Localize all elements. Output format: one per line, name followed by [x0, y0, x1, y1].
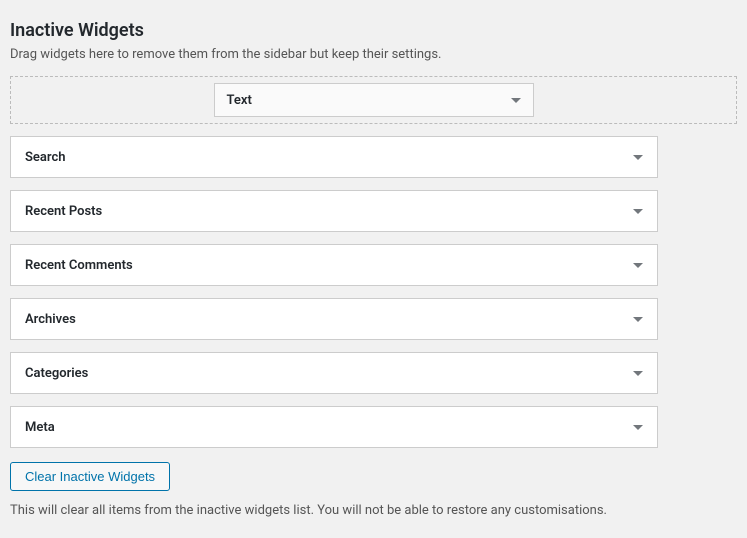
widget-item-recent-posts[interactable]: Recent Posts — [10, 190, 658, 232]
drag-widget-label: Text — [227, 93, 252, 108]
drop-zone[interactable]: Text — [10, 76, 737, 124]
widget-item-meta[interactable]: Meta — [10, 406, 658, 448]
widget-item-archives[interactable]: Archives — [10, 298, 658, 340]
section-description: Drag widgets here to remove them from th… — [10, 47, 737, 62]
widget-item-search[interactable]: Search — [10, 136, 658, 178]
chevron-down-icon — [633, 317, 643, 322]
widget-item-label: Archives — [25, 312, 76, 327]
drag-widget-text[interactable]: Text — [214, 83, 534, 117]
chevron-down-icon — [633, 209, 643, 214]
widget-item-label: Meta — [25, 420, 55, 435]
widget-item-label: Categories — [25, 366, 88, 381]
widget-item-label: Search — [25, 150, 66, 165]
clear-inactive-widgets-button[interactable]: Clear Inactive Widgets — [10, 462, 170, 491]
chevron-down-icon — [633, 425, 643, 430]
widget-list: Search Recent Posts Recent Comments Arch… — [10, 136, 737, 448]
section-title: Inactive Widgets — [10, 20, 737, 41]
chevron-down-icon — [633, 371, 643, 376]
chevron-down-icon — [511, 98, 521, 103]
footer-note: This will clear all items from the inact… — [10, 503, 737, 518]
chevron-down-icon — [633, 263, 643, 268]
widget-item-label: Recent Comments — [25, 258, 133, 273]
widget-item-categories[interactable]: Categories — [10, 352, 658, 394]
widget-item-label: Recent Posts — [25, 204, 102, 219]
widget-item-recent-comments[interactable]: Recent Comments — [10, 244, 658, 286]
chevron-down-icon — [633, 155, 643, 160]
